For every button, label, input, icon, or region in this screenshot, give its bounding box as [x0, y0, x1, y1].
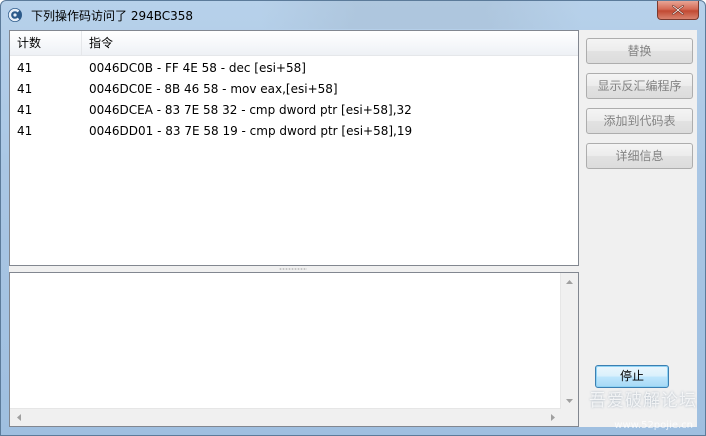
list-row[interactable]: 41 0046DC0E - 8B 46 58 - mov eax,[esi+58… — [10, 79, 578, 100]
show-disassembler-button[interactable]: 显示反汇编程序 — [586, 73, 693, 99]
row-instruction: 0046DCEA - 83 7E 58 32 - cmp dword ptr [… — [89, 103, 412, 117]
arrow-left-icon — [16, 414, 21, 421]
scroll-right-button[interactable] — [544, 409, 561, 426]
row-count: 41 — [17, 124, 33, 138]
splitter-grip[interactable] — [279, 268, 307, 270]
replace-button[interactable]: 替换 — [586, 38, 693, 64]
arrow-down-icon — [566, 398, 573, 403]
more-info-button[interactable]: 详细信息 — [586, 143, 693, 169]
arrow-right-icon — [550, 414, 555, 421]
scroll-left-button[interactable] — [10, 409, 27, 426]
row-count: 41 — [17, 61, 33, 75]
list-row[interactable]: 41 0046DD01 - 83 7E 58 19 - cmp dword pt… — [10, 121, 578, 142]
column-header-instruction[interactable]: 指令 — [82, 31, 578, 55]
scroll-down-button[interactable] — [561, 392, 578, 409]
details-textbox[interactable] — [9, 272, 579, 427]
list-row[interactable]: 41 0046DC0B - FF 4E 58 - dec [esi+58] — [10, 58, 578, 79]
add-to-codelist-button[interactable]: 添加到代码表 — [586, 108, 693, 134]
watermark-url: www.52pojie.cn — [614, 420, 693, 431]
list-header: 计数 指令 — [10, 31, 578, 56]
horizontal-scrollbar[interactable] — [10, 408, 561, 426]
list-row[interactable]: 41 0046DCEA - 83 7E 58 32 - cmp dword pt… — [10, 100, 578, 121]
window: 下列操作码访问了 294BC358 计数 指令 41 0046DC0B - FF… — [0, 0, 706, 436]
scroll-up-button[interactable] — [561, 273, 578, 290]
stop-button[interactable]: 停止 — [595, 365, 669, 388]
arrow-up-icon — [566, 279, 573, 284]
close-button[interactable] — [657, 1, 699, 20]
vertical-scrollbar[interactable] — [560, 273, 578, 409]
row-instruction: 0046DD01 - 83 7E 58 19 - cmp dword ptr [… — [89, 124, 413, 138]
watermark-text: 吾爱破解论坛 — [589, 391, 697, 411]
row-instruction: 0046DC0B - FF 4E 58 - dec [esi+58] — [89, 61, 306, 75]
opcode-list[interactable]: 计数 指令 41 0046DC0B - FF 4E 58 - dec [esi+… — [9, 30, 579, 266]
client-area: 计数 指令 41 0046DC0B - FF 4E 58 - dec [esi+… — [9, 30, 697, 427]
titlebar[interactable]: 下列操作码访问了 294BC358 — [1, 1, 705, 29]
row-instruction: 0046DC0E - 8B 46 58 - mov eax,[esi+58] — [89, 82, 338, 96]
scrollbar-corner — [561, 409, 578, 426]
row-count: 41 — [17, 103, 33, 117]
close-icon — [672, 5, 684, 15]
cheat-engine-icon — [7, 7, 23, 23]
column-header-count[interactable]: 计数 — [10, 31, 82, 55]
row-count: 41 — [17, 82, 33, 96]
window-title: 下列操作码访问了 294BC358 — [31, 9, 194, 23]
